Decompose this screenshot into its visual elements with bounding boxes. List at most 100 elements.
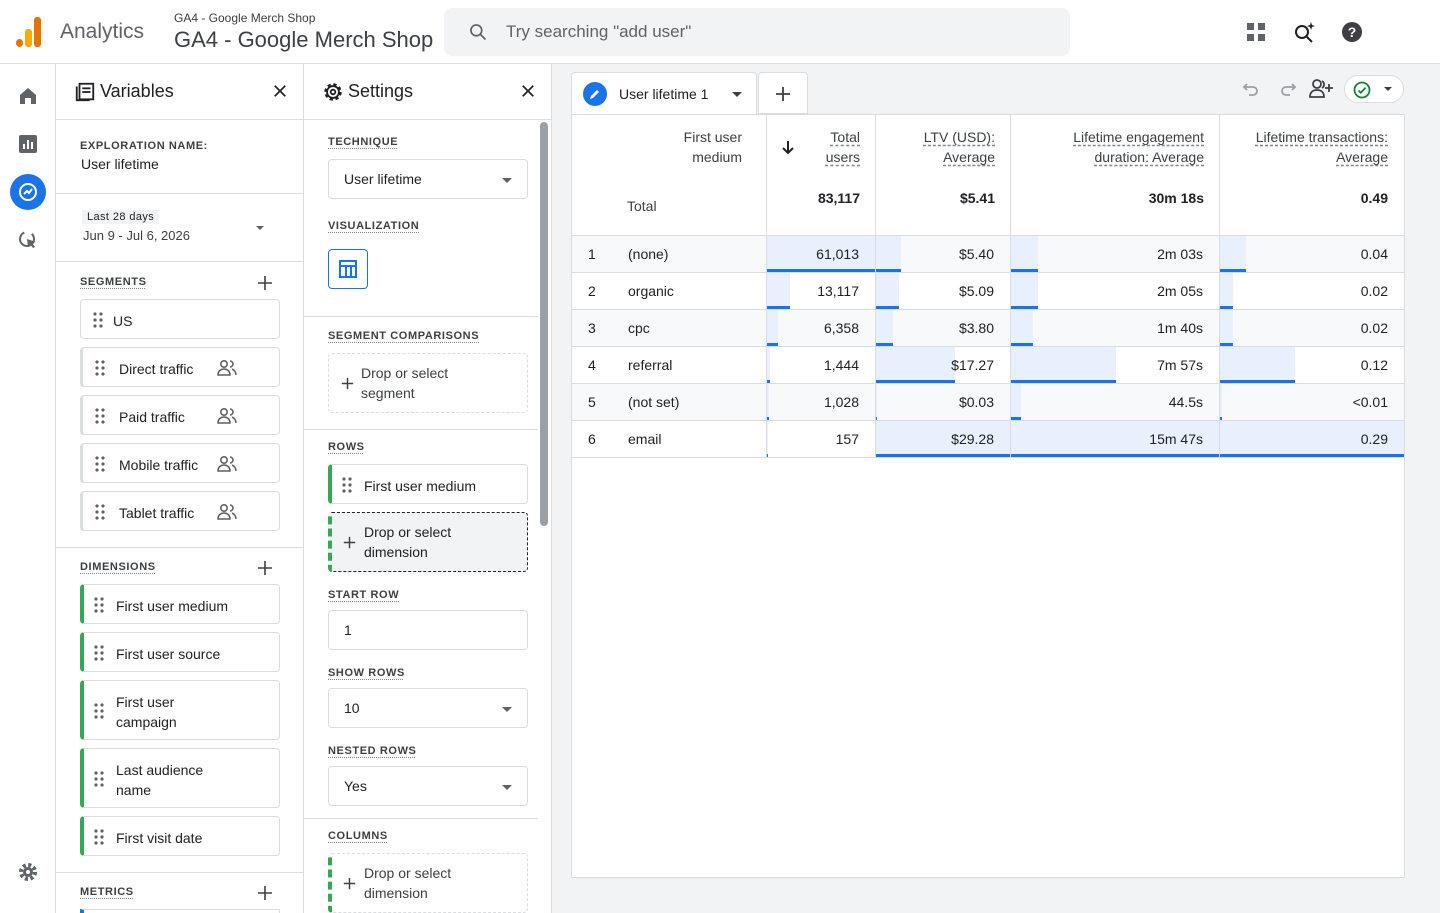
drop-segment-text: Drop or select segment [361,365,449,401]
table-row[interactable]: 4 referral 1,444 $17.27 7m 57s 0.12 [572,346,1404,383]
people-icon [217,407,237,424]
technique-select[interactable]: User lifetime [328,159,528,199]
start-row-input[interactable]: 1 [328,610,528,650]
drag-handle-icon[interactable] [94,597,104,613]
nested-rows-select[interactable]: Yes [328,766,528,806]
exploration-name-input[interactable]: User lifetime [81,156,159,172]
segments-label: SEGMENTS [80,276,147,288]
add-metric-icon[interactable] [257,885,273,901]
edit-pencil-icon[interactable] [583,82,607,106]
save-status-button[interactable] [1344,75,1404,103]
row-number: 5 [588,394,596,410]
total-ltv-value: $5.41 [959,190,995,206]
help-icon[interactable]: ? [1340,20,1364,44]
sparkle-search-icon[interactable] [1292,20,1316,44]
table-row[interactable]: 5 (not set) 1,028 $0.03 44.5s <0.01 [572,383,1404,420]
dimension-chip[interactable]: First user campaign [80,680,280,740]
drag-handle-icon[interactable] [95,456,105,472]
metric-cell: 2m 05s [1157,283,1203,299]
sort-descending-arrow-icon[interactable] [780,139,796,155]
drag-handle-icon[interactable] [95,360,105,376]
explore-icon[interactable] [16,180,40,204]
dimension-chip[interactable]: First visit date [80,816,280,856]
segment-chip[interactable]: Paid traffic [80,395,280,435]
exploration-name-label: EXPLORATION NAME: [80,140,208,152]
segment-chip[interactable]: US [80,299,280,339]
dimension-label: Last audience name [116,762,204,798]
plus-icon [776,87,790,101]
dimension-chip[interactable]: First user source [80,632,280,672]
add-tab-button[interactable] [758,72,808,114]
search-input[interactable] [506,18,1046,46]
chevron-down-icon[interactable] [732,92,742,97]
header-total-users-text: Total users [825,129,860,165]
property-selector[interactable]: GA4 - Google Merch Shop [174,27,433,53]
drop-column-target[interactable]: Drop or select dimension [328,853,528,913]
advertising-icon[interactable] [16,228,40,252]
drag-handle-icon[interactable] [94,829,104,845]
row-dimension-value: referral [628,357,673,373]
home-icon[interactable] [16,84,40,108]
dimension-chip[interactable]: Last audience name [80,748,280,808]
drag-handle-icon[interactable] [342,477,352,493]
row-number: 6 [588,431,596,447]
variables-title: Variables [100,81,174,101]
dimension-label: First user medium [116,598,229,614]
drag-handle-icon[interactable] [94,645,104,661]
show-rows-label: SHOW ROWS [328,667,405,679]
segment-chip[interactable]: Direct traffic [80,347,280,387]
header-total-users[interactable]: Total users [808,127,860,167]
settings-gear-icon[interactable] [16,860,40,884]
close-icon[interactable] [519,82,537,100]
segment-chip[interactable]: Tablet traffic [80,491,280,531]
analytics-logo-icon[interactable] [16,17,42,47]
metric-cell: 15m 47s [1149,431,1203,447]
show-rows-select[interactable]: 10 [328,688,528,728]
drag-handle-icon[interactable] [94,703,104,719]
table-row[interactable]: 2 organic 13,117 $5.09 2m 05s 0.02 [572,272,1404,309]
header-engagement[interactable]: Lifetime engagement duration: Average [1042,127,1204,167]
share-user-icon[interactable] [1308,77,1334,101]
segment-chip[interactable]: Mobile traffic [80,443,280,483]
table-row[interactable]: 1 (none) 61,013 $5.40 2m 03s 0.04 [572,235,1404,272]
rows-label: ROWS [328,441,365,453]
drop-row-dimension-target[interactable]: Drop or select dimension [328,512,528,572]
settings-scrollbar[interactable] [540,122,548,526]
search-bar[interactable] [444,8,1070,56]
table-visualization-button[interactable] [328,249,368,289]
reports-icon[interactable] [16,132,40,156]
drag-handle-icon[interactable] [95,504,105,520]
close-icon[interactable] [271,82,289,100]
metric-chip[interactable] [80,909,280,913]
drag-handle-icon[interactable] [94,771,104,787]
row-dimension-chip[interactable]: First user medium [328,464,528,504]
add-dimension-icon[interactable] [257,560,273,576]
metric-cell: 0.02 [1360,320,1388,336]
metric-cell: 1,028 [823,394,859,410]
metric-cell: 1,444 [823,357,859,373]
tab-user-lifetime-1[interactable]: User lifetime 1 [571,72,757,114]
drag-handle-icon[interactable] [95,408,105,424]
metric-cell: 0.12 [1360,357,1388,373]
tab-label: User lifetime 1 [619,86,709,102]
dropdown-arrow-icon [502,178,512,183]
date-range-picker[interactable]: Last 28 days Jun 9 - Jul 6, 2026 [80,204,280,254]
row-dimension-value: organic [628,283,674,299]
table-row[interactable]: 3 cpc 6,358 $3.80 1m 40s 0.02 [572,309,1404,346]
header-dimension[interactable]: First user medium [652,127,742,167]
metric-cell: 13,117 [817,283,859,299]
apps-icon[interactable] [1244,20,1268,44]
table-row[interactable]: 6 email 157 $29.28 15m 47s 0.29 [572,420,1404,457]
dimension-chip[interactable]: First user medium [80,584,280,624]
table-header: First user medium Total users LTV (USD):… [572,115,1404,235]
redo-icon[interactable] [1278,79,1298,99]
property-account-label[interactable]: GA4 - Google Merch Shop [174,11,315,25]
drop-segment-target[interactable]: Drop or select segment [328,353,528,413]
chevron-down-icon [1384,87,1392,91]
header-ltv[interactable]: LTV (USD): Average [892,127,995,167]
metric-cell: 2m 03s [1157,246,1203,262]
add-segment-icon[interactable] [257,275,273,291]
drag-handle-icon[interactable] [93,312,103,328]
header-transactions[interactable]: Lifetime transactions: Average [1232,127,1388,167]
undo-icon[interactable] [1241,79,1261,99]
